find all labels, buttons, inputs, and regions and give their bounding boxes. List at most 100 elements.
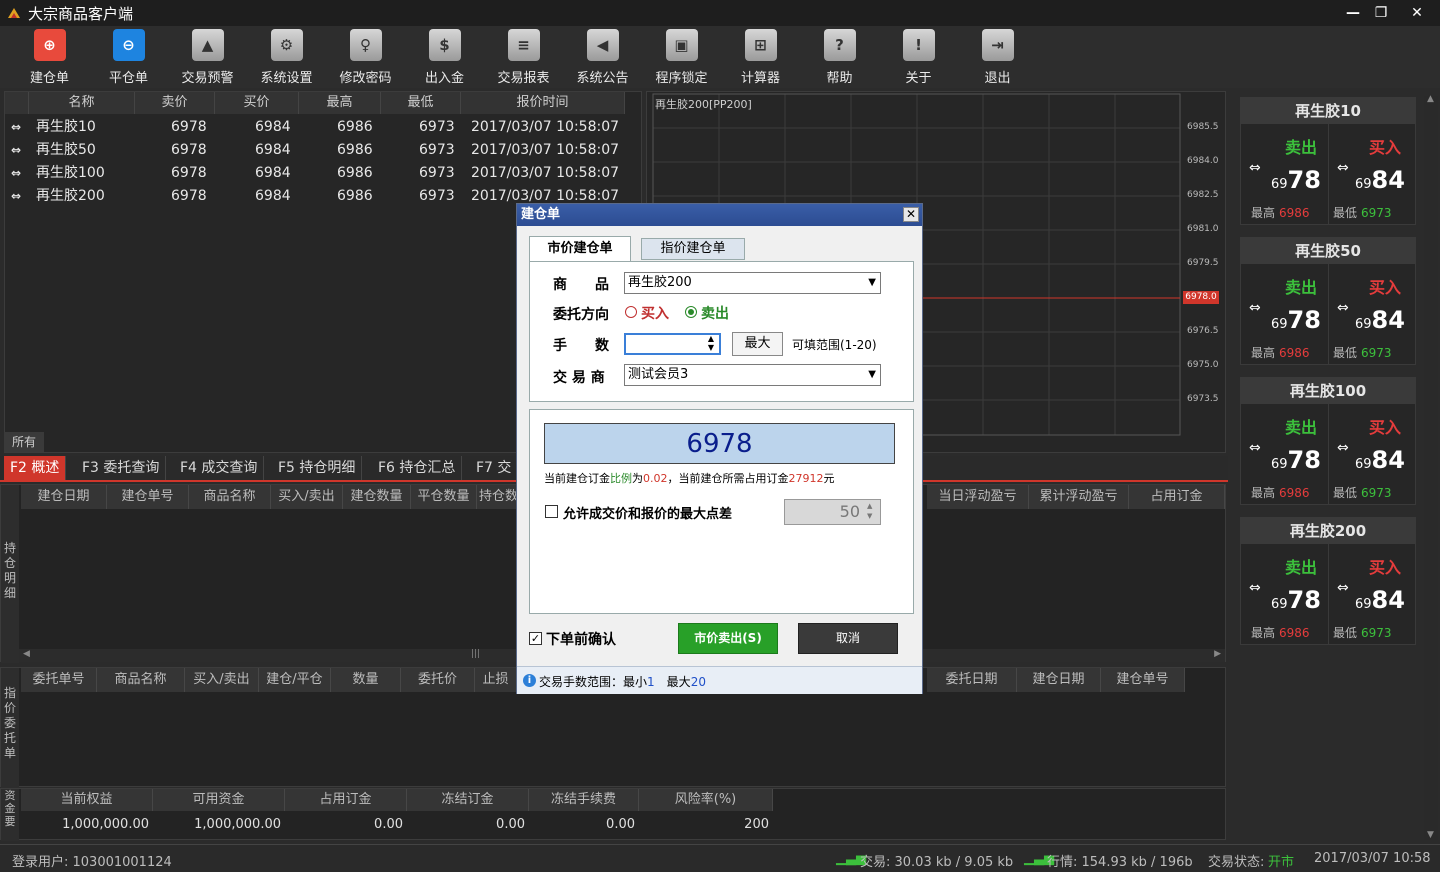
lots-input[interactable]: ▲ ▼ (624, 333, 721, 355)
card-sell-label[interactable]: 卖出 (1285, 274, 1317, 298)
close-window-button[interactable]: ✕ (1406, 3, 1428, 23)
tab-market-order[interactable]: 市价建仓单 (529, 236, 631, 262)
calculator-label: 计算器 (740, 71, 780, 86)
card-buy-price[interactable]: 6984 (1355, 446, 1405, 474)
card-buy-label[interactable]: 买入 (1369, 554, 1401, 578)
limit-orders-header[interactable]: 数量 (331, 668, 401, 692)
exit-icon: ⇥ (981, 29, 1014, 61)
app-logo-icon (6, 5, 22, 21)
broker-select[interactable]: 测试会员3 ▼ (624, 364, 881, 386)
quote-header-buy[interactable]: 买价 (215, 92, 299, 114)
quote-row[interactable]: ⇔ 再生胶100 6978 6984 6986 6973 2017/03/07 10:58:… (5, 162, 641, 185)
limit-orders-header[interactable]: 商品名称 (97, 668, 185, 692)
quote-row[interactable]: ⇔ 再生胶10 6978 6984 6986 6973 2017/03/07 10:58:0… (5, 116, 641, 139)
quote-header-low[interactable]: 最低 (381, 92, 461, 114)
max-button[interactable]: 最大 (732, 332, 783, 356)
spinner-icon[interactable]: ▲ ▼ (705, 334, 717, 352)
card-buy-price[interactable]: 6984 (1355, 306, 1405, 334)
positions-header[interactable]: 商品名称 (189, 485, 271, 509)
positions-header[interactable]: 建仓单号 (107, 485, 189, 509)
card-buy-price[interactable]: 6984 (1355, 586, 1405, 614)
exit-button[interactable]: ⇥ 退出 (958, 26, 1037, 88)
lock-button[interactable]: ▣ 程序锁定 (642, 26, 721, 88)
help-button[interactable]: ? 帮助 (800, 26, 879, 88)
calculator-button[interactable]: ⊞ 计算器 (721, 26, 800, 88)
market-sell-button[interactable]: 市价卖出(S) (678, 623, 778, 654)
quote-card[interactable]: 再生胶100 卖出 买入 ⇔ ⇔ 6978 6984 最高 6986 最低 6973 (1240, 377, 1416, 505)
card-buy-price[interactable]: 6984 (1355, 166, 1405, 194)
radio-sell-label[interactable]: 卖出 (701, 303, 729, 323)
limit-orders-header[interactable]: 建仓单号 (1101, 668, 1185, 692)
card-sell-price[interactable]: 6978 (1271, 306, 1321, 334)
confirm-checkbox[interactable]: ✓ (529, 632, 542, 645)
tab-bottom-2[interactable]: F4 成交查询 (174, 456, 265, 480)
quote-header-sell[interactable]: 卖价 (135, 92, 215, 114)
tab-bottom-1[interactable]: F3 委托查询 (76, 456, 167, 480)
quote-header-high[interactable]: 最高 (299, 92, 381, 114)
radio-buy-label[interactable]: 买入 (641, 303, 669, 323)
card-high: 最高 6986 (1251, 486, 1310, 500)
trade-report-label: 交易报表 (497, 71, 550, 86)
product-select[interactable]: 再生胶200 ▼ (624, 272, 881, 294)
card-sell-label[interactable]: 卖出 (1285, 414, 1317, 438)
cancel-button[interactable]: 取消 (798, 623, 898, 654)
card-buy-label[interactable]: 买入 (1369, 134, 1401, 158)
limit-orders-header[interactable]: 止损 (475, 668, 517, 692)
tab-bottom-4[interactable]: F6 持仓汇总 (372, 456, 463, 480)
positions-header[interactable]: 累计浮动盈亏 (1029, 485, 1129, 509)
quote-card[interactable]: 再生胶50 卖出 买入 ⇔ ⇔ 6978 6984 最高 6986 最低 6973 (1240, 237, 1416, 365)
funds-header: 冻结订金 (407, 789, 529, 811)
close-order-button[interactable]: ⊖ 平仓单 (89, 26, 168, 88)
allow-spread-checkbox[interactable] (545, 505, 558, 518)
settings-button[interactable]: ⚙ 系统设置 (247, 26, 326, 88)
trade-alert-button[interactable]: ▲ 交易预警 (168, 26, 247, 88)
right-scrollbar[interactable]: ▲ ▼ (1424, 94, 1438, 840)
limit-orders-header[interactable]: 买入/卖出 (185, 668, 259, 692)
positions-header[interactable]: 占用订金 (1129, 485, 1225, 509)
card-sell-label[interactable]: 卖出 (1285, 554, 1317, 578)
limit-orders-header[interactable]: 建仓/平仓 (259, 668, 331, 692)
quote-row[interactable]: ⇔ 再生胶50 6978 6984 6986 6973 2017/03/07 10:58:0… (5, 139, 641, 162)
minimize-button[interactable]: — (1342, 3, 1364, 23)
tab-bottom-5[interactable]: F7 交 (470, 456, 519, 480)
quote-header-name[interactable]: 名称 (29, 92, 135, 114)
announcement-button[interactable]: ◀ 系统公告 (563, 26, 642, 88)
radio-buy[interactable] (625, 306, 637, 318)
quote-card[interactable]: 再生胶10 卖出 买入 ⇔ ⇔ 6978 6984 最高 6986 最低 6973 (1240, 97, 1416, 225)
funds-header: 风险率(%) (639, 789, 773, 811)
limit-orders-header[interactable]: 建仓日期 (1017, 668, 1101, 692)
restore-button[interactable]: ❐ (1370, 3, 1392, 23)
tab-bottom-3[interactable]: F5 持仓明细 (272, 456, 363, 480)
all-tab[interactable]: 所有 (4, 432, 44, 452)
swap-icon: ⇔ (1249, 440, 1261, 456)
positions-header[interactable]: 建仓日期 (21, 485, 107, 509)
card-buy-label[interactable]: 买入 (1369, 274, 1401, 298)
positions-header[interactable]: 持仓数 (477, 485, 521, 509)
deposit-withdraw-button[interactable]: $ 出入金 (405, 26, 484, 88)
limit-orders-header[interactable]: 委托单号 (21, 668, 97, 692)
card-sell-price[interactable]: 6978 (1271, 166, 1321, 194)
limit-orders-header[interactable]: 委托价 (401, 668, 475, 692)
dialog-close-button[interactable]: ✕ (903, 207, 919, 222)
trade-report-button[interactable]: ≡ 交易报表 (484, 26, 563, 88)
card-title: 再生胶10 (1241, 98, 1415, 124)
about-button[interactable]: ! 关于 (879, 26, 958, 88)
tab-limit-order[interactable]: 指价建仓单 (641, 238, 745, 260)
quote-card[interactable]: 再生胶200 卖出 买入 ⇔ ⇔ 6978 6984 最高 6986 最低 6973 (1240, 517, 1416, 645)
quote-header-time[interactable]: 报价时间 (461, 92, 625, 114)
change-password-button[interactable]: ♀ 修改密码 (326, 26, 405, 88)
limit-orders-header[interactable]: 委托日期 (927, 668, 1017, 692)
card-sell-price[interactable]: 6978 (1271, 446, 1321, 474)
spread-spinner-icon[interactable]: ▲ ▼ (867, 501, 872, 521)
positions-header[interactable]: 平仓数量 (411, 485, 477, 509)
radio-sell[interactable] (685, 306, 697, 318)
window-title: 大宗商品客户端 (28, 4, 134, 23)
positions-header[interactable]: 买入/卖出 (271, 485, 343, 509)
tab-bottom-0[interactable]: F2 概述 (4, 456, 67, 480)
open-order-button[interactable]: ⊕ 建仓单 (10, 26, 89, 88)
card-sell-price[interactable]: 6978 (1271, 586, 1321, 614)
positions-header[interactable]: 建仓数量 (343, 485, 411, 509)
positions-header[interactable]: 当日浮动盈亏 (927, 485, 1029, 509)
card-buy-label[interactable]: 买入 (1369, 414, 1401, 438)
card-sell-label[interactable]: 卖出 (1285, 134, 1317, 158)
